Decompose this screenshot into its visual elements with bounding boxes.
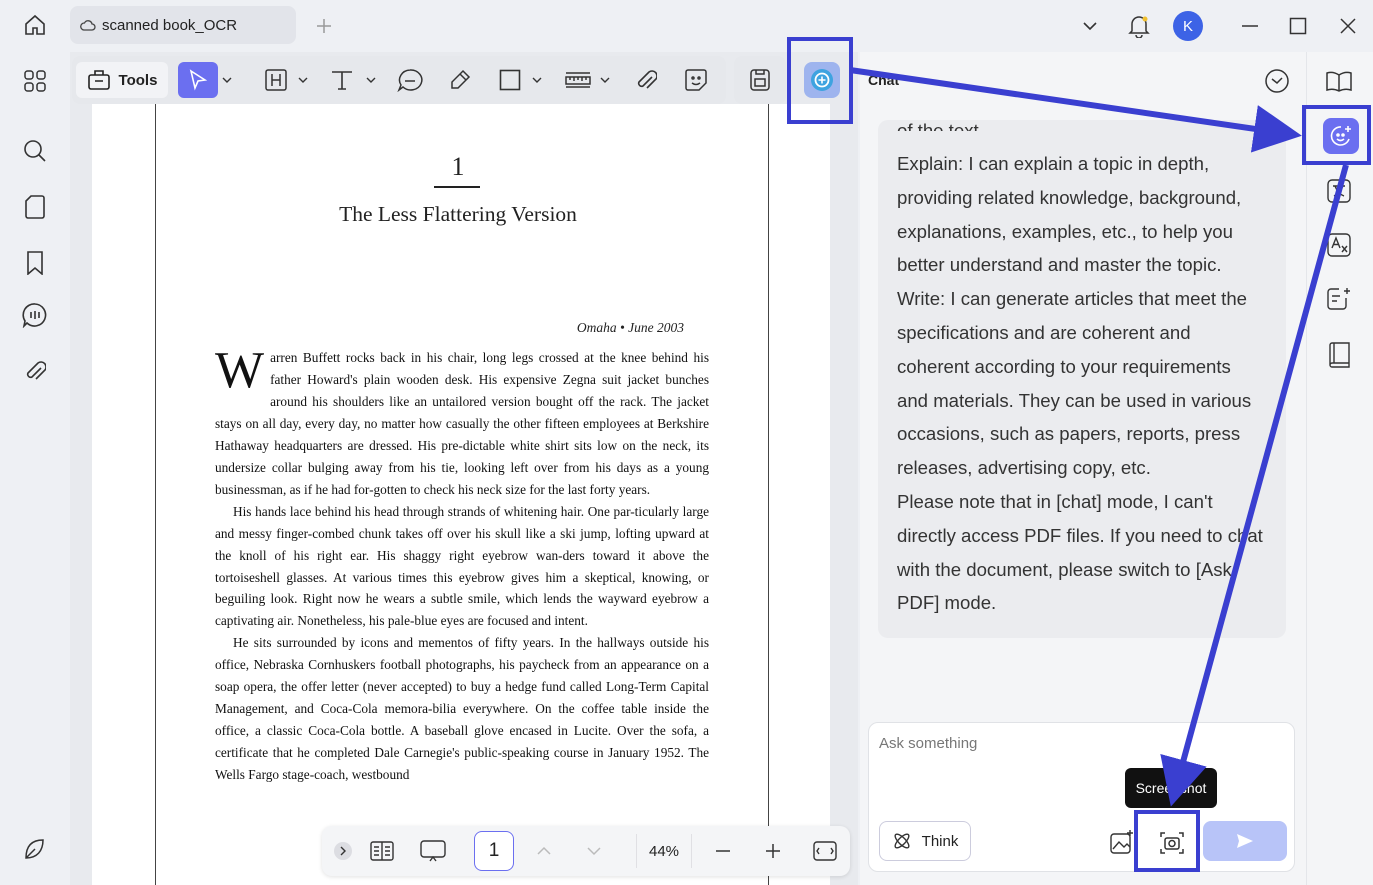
arrow-to-screenshot	[1160, 164, 1349, 807]
arrow-to-ai-chat	[849, 67, 1302, 153]
annotation-arrows	[849, 67, 1349, 807]
